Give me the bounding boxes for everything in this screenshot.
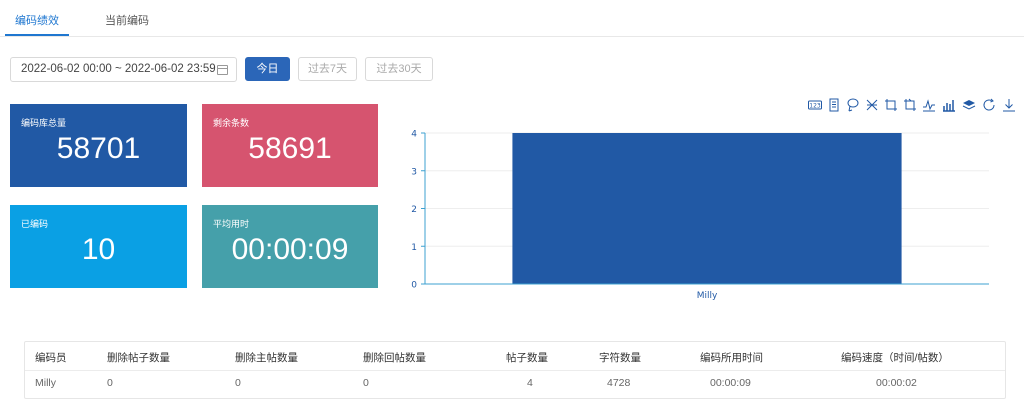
x-tick-label: Milly bbox=[697, 291, 718, 301]
stack-icon[interactable] bbox=[962, 98, 976, 112]
table-header-cell: 删除主帖数量 bbox=[235, 352, 298, 364]
stat-card-coded: 已编码 10 bbox=[10, 205, 187, 288]
table-cell: 0 bbox=[363, 377, 369, 389]
stat-card-total: 编码库总量 58701 bbox=[10, 104, 187, 187]
table-cell: 00:00:02 bbox=[876, 377, 917, 389]
stat-card-label: 编码库总量 bbox=[21, 118, 67, 128]
download-icon[interactable] bbox=[1002, 98, 1016, 112]
stat-card-label: 剩余条数 bbox=[213, 118, 250, 128]
table-divider bbox=[25, 370, 1005, 371]
document-icon[interactable] bbox=[827, 98, 841, 112]
y-tick-label: 4 bbox=[411, 130, 417, 140]
line-chart-icon[interactable] bbox=[922, 98, 936, 112]
table-header-cell: 编码所用时间 bbox=[700, 352, 763, 364]
stat-card-value: 10 bbox=[81, 233, 116, 266]
table-cell: 0 bbox=[235, 377, 241, 389]
table-header-cell: 删除回帖数量 bbox=[363, 352, 426, 364]
rect-select-icon[interactable] bbox=[884, 98, 898, 112]
zoom-icon[interactable] bbox=[865, 98, 879, 112]
stat-card-value: 00:00:09 bbox=[231, 233, 349, 266]
svg-text:123: 123 bbox=[809, 103, 821, 110]
y-tick-label: 0 bbox=[411, 281, 417, 291]
table-header-cell: 编码员 bbox=[35, 352, 67, 364]
table-cell: Milly bbox=[35, 377, 56, 389]
refresh-icon[interactable] bbox=[982, 98, 996, 112]
stat-card-average-time: 平均用时 00:00:09 bbox=[202, 205, 378, 288]
stat-card-remaining: 剩余条数 58691 bbox=[202, 104, 378, 187]
bar-chart: 0 1 2 3 4 Milly bbox=[411, 130, 989, 301]
last-7-days-button[interactable]: 过去7天 bbox=[298, 57, 357, 81]
lasso-icon[interactable] bbox=[846, 98, 860, 112]
bar bbox=[512, 133, 902, 284]
table-header-cell: 删除帖子数量 bbox=[107, 352, 170, 364]
tab-coding-performance[interactable]: 编码绩效 bbox=[15, 12, 59, 28]
calendar-icon bbox=[217, 65, 228, 75]
tab-bar: 编码绩效 当前编码 bbox=[0, 0, 1024, 37]
table-cell: 00:00:09 bbox=[710, 377, 751, 389]
date-range-value: 2022-06-02 00:00 ~ 2022-06-02 23:59 bbox=[21, 63, 216, 75]
rect-select-alt-icon[interactable] bbox=[903, 98, 917, 112]
bar-chart-icon[interactable] bbox=[942, 98, 956, 112]
chart-toolbox: 123 bbox=[808, 98, 1022, 116]
table-cell: 4 bbox=[527, 377, 533, 389]
active-tab-indicator bbox=[5, 34, 69, 36]
date-range-picker[interactable]: 2022-06-02 00:00 ~ 2022-06-02 23:59 bbox=[10, 57, 237, 82]
coder-stats-table: 编码员 删除帖子数量 删除主帖数量 删除回帖数量 帖子数量 字符数量 编码所用时… bbox=[24, 341, 1006, 399]
stat-card-value: 58701 bbox=[56, 132, 141, 165]
today-button[interactable]: 今日 bbox=[245, 57, 290, 81]
table-header-cell: 帖子数量 bbox=[506, 352, 548, 364]
y-tick-label: 1 bbox=[411, 243, 417, 253]
tab-current-coding[interactable]: 当前编码 bbox=[105, 12, 149, 28]
stat-card-label: 平均用时 bbox=[213, 219, 250, 229]
last-30-days-button[interactable]: 过去30天 bbox=[365, 57, 433, 81]
stat-card-value: 58691 bbox=[248, 132, 332, 165]
stat-card-label: 已编码 bbox=[21, 219, 49, 229]
table-header-cell: 字符数量 bbox=[599, 352, 641, 364]
table-cell: 0 bbox=[107, 377, 113, 389]
table-header-cell: 编码速度（时间/帖数） bbox=[841, 352, 949, 364]
data-view-icon[interactable]: 123 bbox=[808, 98, 822, 112]
y-tick-label: 2 bbox=[411, 205, 417, 215]
table-cell: 4728 bbox=[607, 377, 631, 389]
y-tick-label: 3 bbox=[411, 167, 417, 177]
